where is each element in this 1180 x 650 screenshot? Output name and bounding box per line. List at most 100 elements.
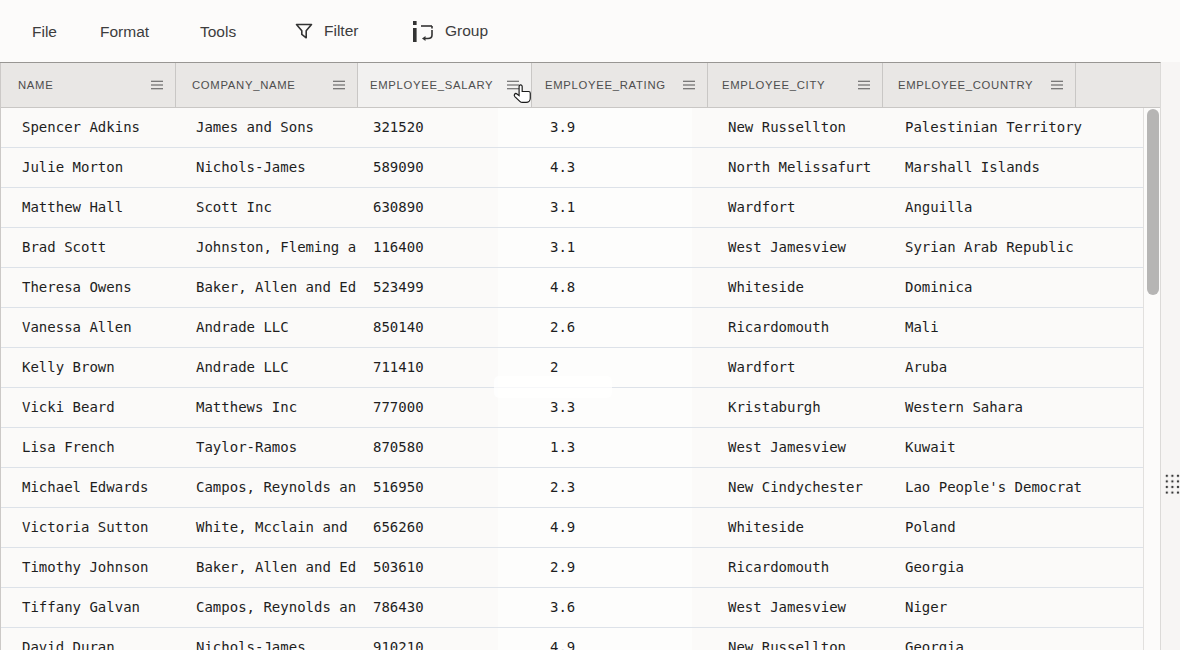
- grid-header: NAMECOMPANY_NAMEEMPLOYEE_SALARYEMPLOYEE_…: [0, 63, 1160, 108]
- drag-handle-dots[interactable]: [1163, 472, 1180, 494]
- cell-rating: 3.6: [550, 599, 575, 615]
- column-header-country[interactable]: EMPLOYEE_COUNTRY: [883, 63, 1076, 107]
- cell-name: Brad Scott: [22, 239, 106, 255]
- cell-salary: 850140: [373, 319, 424, 335]
- cell-city: Whiteside: [728, 519, 804, 535]
- column-header-company[interactable]: COMPANY_NAME: [176, 63, 358, 107]
- cell-salary: 589090: [373, 159, 424, 175]
- group-icon: [411, 18, 434, 44]
- table-row[interactable]: Spencer AdkinsJames and Sons3215203.9New…: [0, 108, 1143, 148]
- cell-company: Matthews Inc: [196, 399, 297, 415]
- cell-rating: 2: [550, 359, 558, 375]
- cursor-pointer: [512, 83, 532, 106]
- cell-rating: 2.3: [550, 479, 575, 495]
- cell-company: Nichols-James: [196, 639, 306, 650]
- table-row[interactable]: Julie MortonNichols-James5890904.3North …: [0, 148, 1143, 188]
- cell-city: New Russellton: [728, 639, 846, 650]
- cell-country: Western Sahara: [905, 399, 1023, 415]
- cell-name: Tiffany Galvan: [22, 599, 140, 615]
- table-row[interactable]: Victoria SuttonWhite, Mcclain and6562604…: [0, 508, 1143, 548]
- grid-body: Spencer AdkinsJames and Sons3215203.9New…: [0, 108, 1143, 650]
- cell-name: Julie Morton: [22, 159, 123, 175]
- table-row[interactable]: Lisa FrenchTaylor-Ramos8705801.3West Jam…: [0, 428, 1143, 468]
- cell-salary: 777000: [373, 399, 424, 415]
- menu-tools[interactable]: Tools: [200, 23, 236, 41]
- table-row[interactable]: Michael Edwards Campos, Reynolds an 516950…: [0, 468, 1143, 508]
- cell-name: Vanessa Allen: [22, 319, 132, 335]
- data-grid: NAMECOMPANY_NAMEEMPLOYEE_SALARYEMPLOYEE_…: [0, 62, 1161, 650]
- table-row[interactable]: Vanessa AllenAndrade LLC8501402.6Ricardo…: [0, 308, 1143, 348]
- filter-button[interactable]: Filter: [295, 0, 358, 62]
- menu-format[interactable]: Format: [100, 23, 149, 41]
- column-menu-icon[interactable]: [858, 80, 870, 90]
- cell-country: Anguilla: [905, 199, 972, 215]
- cell-name: Michael Edwards: [22, 479, 148, 495]
- table-row[interactable]: David DuranNichols-James9102104.9New Rus…: [0, 628, 1143, 650]
- cell-salary: 116400: [373, 239, 424, 255]
- column-menu-icon[interactable]: [151, 80, 163, 90]
- vertical-scrollbar: [1143, 108, 1160, 650]
- table-row[interactable]: Matthew Hall Scott Inc 630890 3.1 Wardfort An…: [0, 188, 1143, 228]
- cell-rating: 3.9: [550, 119, 575, 135]
- menu-file[interactable]: File: [32, 23, 57, 41]
- cell-rating: 3.1: [550, 199, 575, 215]
- drag-ghost: [494, 376, 612, 398]
- cell-salary: 516950: [373, 479, 424, 495]
- column-header-salary[interactable]: EMPLOYEE_SALARY: [358, 63, 532, 107]
- column-label: NAME: [0, 79, 53, 91]
- table-row[interactable]: Theresa OwensBaker, Allen and Ed5234994.…: [0, 268, 1143, 308]
- cell-country: Syrian Arab Republic: [905, 239, 1074, 255]
- cell-city: Wardfort: [728, 359, 795, 375]
- cell-company: Scott Inc: [196, 199, 272, 215]
- column-label: EMPLOYEE_RATING: [532, 79, 666, 91]
- cell-company: Nichols-James: [196, 159, 306, 175]
- cell-company: Campos, Reynolds an: [196, 479, 356, 495]
- table-row[interactable]: Brad ScottJohnston, Fleming a1164003.1We…: [0, 228, 1143, 268]
- column-header-city[interactable]: EMPLOYEE_CITY: [708, 63, 883, 107]
- cell-salary: 630890: [373, 199, 424, 215]
- column-menu-icon[interactable]: [333, 80, 345, 90]
- table-row[interactable]: Timothy JohnsonBaker, Allen and Ed503610…: [0, 548, 1143, 588]
- cell-rating: 2.6: [550, 319, 575, 335]
- cell-city: Ricardomouth: [728, 559, 829, 575]
- cell-name: David Duran: [22, 639, 115, 650]
- cell-country: Dominica: [905, 279, 972, 295]
- cell-company: James and Sons: [196, 119, 314, 135]
- column-menu-icon[interactable]: [1051, 80, 1063, 90]
- table-row[interactable]: Tiffany GalvanCampos, Reynolds an7864303…: [0, 588, 1143, 628]
- cell-country: Aruba: [905, 359, 947, 375]
- column-header-name[interactable]: NAME: [0, 63, 176, 107]
- cell-salary: 503610: [373, 559, 424, 575]
- cell-city: West Jamesview: [728, 439, 846, 455]
- cell-city: Wardfort: [728, 199, 795, 215]
- column-header-rating[interactable]: EMPLOYEE_RATING: [532, 63, 708, 107]
- group-button[interactable]: Group: [411, 0, 488, 62]
- cell-city: North Melissafurt: [728, 159, 871, 175]
- filter-label: Filter: [324, 22, 358, 40]
- cell-company: White, Mcclain and: [196, 519, 348, 535]
- cell-company: Andrade LLC: [196, 359, 289, 375]
- cell-salary: 523499: [373, 279, 424, 295]
- column-label: EMPLOYEE_CITY: [708, 79, 825, 91]
- cell-country: Kuwait: [905, 439, 956, 455]
- cell-rating: 2.9: [550, 559, 575, 575]
- cell-salary: 870580: [373, 439, 424, 455]
- cell-company: Campos, Reynolds an: [196, 599, 356, 615]
- cell-country: Poland: [905, 519, 956, 535]
- group-label: Group: [445, 22, 488, 40]
- cell-name: Lisa French: [22, 439, 115, 455]
- filter-icon: [295, 23, 313, 40]
- cell-name: Matthew Hall: [22, 199, 123, 215]
- cell-name: Kelly Brown: [22, 359, 115, 375]
- cell-salary: 711410: [373, 359, 424, 375]
- cell-city: Ricardomouth: [728, 319, 829, 335]
- cell-city: New Russellton: [728, 119, 846, 135]
- scrollbar-thumb[interactable]: [1147, 109, 1159, 295]
- cell-country: Mali: [905, 319, 939, 335]
- cell-rating: 1.3: [550, 439, 575, 455]
- cell-rating: 4.9: [550, 519, 575, 535]
- cell-salary: 321520: [373, 119, 424, 135]
- cell-country: Georgia: [905, 559, 964, 575]
- column-menu-icon[interactable]: [683, 80, 695, 90]
- cell-company: Baker, Allen and Ed: [196, 559, 356, 575]
